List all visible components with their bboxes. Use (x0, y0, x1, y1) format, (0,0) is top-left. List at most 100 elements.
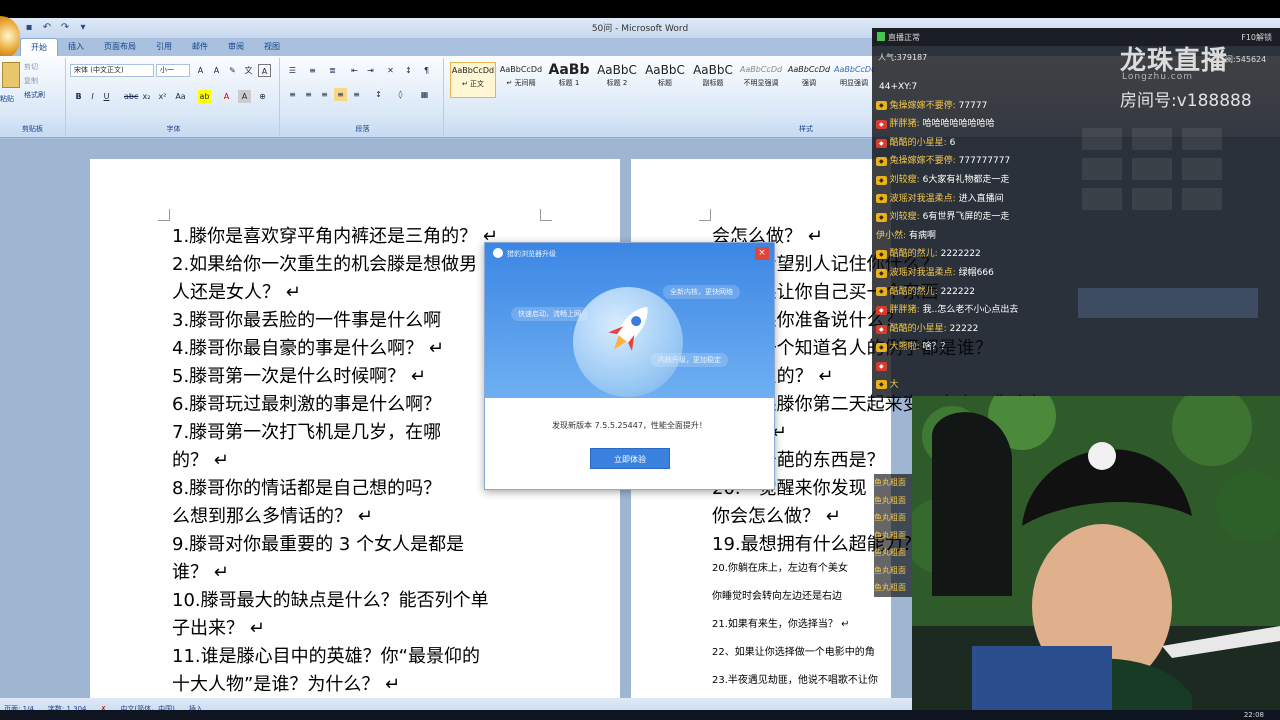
multilevel-list-icon[interactable]: ≣ (326, 64, 339, 77)
chat-message-list: 44+XY:7 ◆ 兔操嫁嫁不要停: 77777 ◆ 胖胖猪: 哈哈哈哈哈哈哈哈 ◆ 酷酷的小星… (876, 78, 1066, 394)
document-line: 11.谁是滕心目中的英雄？你“最景仰的 (172, 646, 480, 667)
user-level-badge: ◆ (876, 194, 887, 204)
style-name: ↵ 无间隔 (506, 79, 536, 87)
style-heading-2[interactable]: AaBbC 标题 2 (594, 62, 640, 98)
taskbar: 22:08 (0, 710, 1280, 720)
chat-username[interactable]: 大 (890, 376, 899, 395)
chinese-layout-icon[interactable]: ✕ (384, 64, 397, 77)
line-spacing-icon[interactable]: ↕ (372, 88, 385, 101)
font-group-label: 字体 (166, 125, 181, 133)
char-border-icon[interactable]: A (258, 64, 271, 77)
style-intense-emphasis[interactable]: AaBbCcDd 明显强调 (834, 62, 874, 98)
tab-insert[interactable]: 插入 (58, 38, 94, 56)
font-name-combo[interactable]: 宋体 (中文正文) (70, 64, 154, 77)
user-level-badge: ◆ (876, 380, 887, 390)
tab-page-layout[interactable]: 页面布局 (94, 38, 146, 56)
bold-icon[interactable]: B (72, 90, 85, 103)
align-center-icon[interactable]: ≡ (302, 88, 315, 101)
chat-username[interactable]: 刘较瘦: (890, 208, 920, 227)
style-title[interactable]: AaBbC 标题 (642, 62, 688, 98)
dialog-banner: 猎豹浏览器升级 × 全新内核，更快网络 快速启动，流畅上网 内核升级，更加稳定 (485, 243, 774, 398)
chat-message: ◆ 刘较瘦: 6大家有礼物都走一走 (876, 171, 1066, 190)
chat-username[interactable]: 兔操嫁嫁不要停: (890, 97, 956, 116)
style-subtle-emphasis[interactable]: AaBbCcDd 不明显强调 (738, 62, 784, 98)
chat-username[interactable]: 波瑶对我温柔点: (890, 190, 956, 209)
underline-icon[interactable]: U (100, 90, 113, 103)
chat-username[interactable]: 酷酷的小星星: (890, 134, 947, 153)
paste-icon[interactable] (2, 62, 20, 88)
gift-slot[interactable] (1132, 188, 1172, 210)
bullets-icon[interactable]: ☰ (286, 64, 299, 77)
subscript-icon[interactable]: x₂ (140, 90, 153, 103)
style-sample: AaBbCcDd (834, 65, 874, 74)
distribute-icon[interactable]: ≡ (350, 88, 363, 101)
chat-username[interactable]: 酷酷的然儿: (890, 245, 938, 264)
font-size-combo[interactable]: 小一 (156, 64, 190, 77)
enclose-char-icon[interactable]: ⊕ (256, 90, 269, 103)
chat-username[interactable]: 酷酷的小星星: (890, 320, 947, 339)
tab-home[interactable]: 开始 (20, 38, 58, 56)
paste-label[interactable]: 粘贴 (0, 94, 14, 104)
style-subtitle[interactable]: AaBbC 副标题 (690, 62, 736, 98)
try-now-button[interactable]: 立即体验 (590, 448, 670, 469)
gift-slot[interactable] (1182, 158, 1222, 180)
document-line: 7.滕哥第一次打飞机是几岁，在哪 (172, 422, 442, 443)
borders-icon[interactable]: ▦ (418, 88, 431, 101)
chat-message: ◆ 大 (876, 376, 1066, 395)
justify-icon[interactable]: ≡ (334, 88, 347, 101)
format-painter-button[interactable]: 格式刷 (24, 90, 45, 100)
gift-slot[interactable] (1082, 188, 1122, 210)
gift-thumbnails[interactable] (1078, 288, 1258, 318)
tab-view[interactable]: 视图 (254, 38, 290, 56)
superscript-icon[interactable]: x² (156, 90, 169, 103)
align-right-icon[interactable]: ≡ (318, 88, 331, 101)
chat-username[interactable]: 刘较瘦: (890, 171, 920, 190)
chat-message: ◆ 酷酷的然儿: 2222222 (876, 245, 1066, 264)
chat-username[interactable]: 大熊啦: (890, 338, 920, 357)
chat-username[interactable]: 波瑶对我温柔点: (890, 264, 956, 283)
strikethrough-icon[interactable]: abc (124, 90, 138, 103)
tab-references[interactable]: 引用 (146, 38, 182, 56)
decrease-indent-icon[interactable]: ⇤ (348, 64, 361, 77)
style-heading-1[interactable]: AaBb 标题 1 (546, 62, 592, 98)
chat-username[interactable]: 酷酷的然儿: (890, 283, 938, 302)
char-shading-icon[interactable]: A (238, 90, 251, 103)
gift-slot[interactable] (1132, 158, 1172, 180)
cut-button[interactable]: 剪切 (24, 62, 38, 72)
show-marks-icon[interactable]: ¶ (420, 64, 433, 77)
sort-icon[interactable]: ↕ (402, 64, 415, 77)
chat-username[interactable]: 伊小然: (876, 227, 906, 246)
style-name: 强调 (802, 79, 816, 87)
chat-username[interactable]: 胖胖猪: (890, 301, 920, 320)
gift-slot[interactable] (1132, 128, 1172, 150)
shading-icon[interactable]: ◊ (394, 88, 407, 101)
change-case-icon[interactable]: Aa (174, 90, 187, 103)
align-left-icon[interactable]: ≡ (286, 88, 299, 101)
shrink-font-icon[interactable]: A (210, 64, 223, 77)
gift-slot[interactable] (1082, 128, 1122, 150)
gift-slot[interactable] (1082, 158, 1122, 180)
grow-font-icon[interactable]: A (194, 64, 207, 77)
style-no-spacing[interactable]: AaBbCcDd ↵ 无间隔 (498, 62, 544, 98)
unlock-hint[interactable]: F10解锁 (1241, 32, 1272, 43)
close-button[interactable]: × (755, 247, 769, 260)
numbering-icon[interactable]: ≡ (306, 64, 319, 77)
increase-indent-icon[interactable]: ⇥ (364, 64, 377, 77)
gift-slot[interactable] (1182, 188, 1222, 210)
phonetic-guide-icon[interactable]: 文 (242, 64, 255, 77)
gift-slot[interactable] (1182, 128, 1222, 150)
chat-username[interactable]: 兔操嫁嫁不要停: (890, 152, 956, 171)
live-chat-panel: 直播正常 F10解锁 人气:379187 龙珠直播 Longzhu.com 房间… (872, 28, 1280, 398)
italic-icon[interactable]: I (86, 90, 99, 103)
tab-mailings[interactable]: 邮件 (182, 38, 218, 56)
clear-format-icon[interactable]: ✎ (226, 64, 239, 77)
tab-review[interactable]: 审阅 (218, 38, 254, 56)
chat-text: 22222 (949, 323, 979, 334)
style-normal[interactable]: AaBbCcDd ↵ 正文 (450, 62, 496, 98)
font-color-icon[interactable]: A (220, 90, 233, 103)
highlight-icon[interactable]: ab (198, 90, 211, 103)
copy-button[interactable]: 复制 (24, 76, 38, 86)
chat-username[interactable]: 胖胖猪: (890, 115, 920, 134)
style-emphasis[interactable]: AaBbCcDd 强调 (786, 62, 832, 98)
document-line: 5.滕哥第一次是什么时候啊？ ↵ (172, 366, 426, 387)
